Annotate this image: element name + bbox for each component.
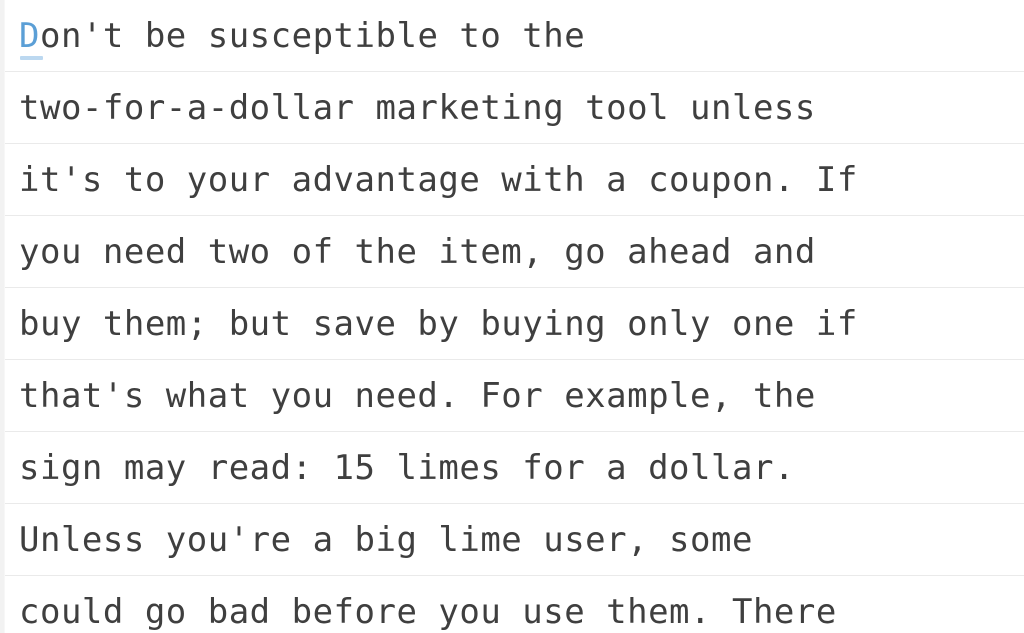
text-reader-pane[interactable]: Don't be susceptible to the two-for-a-do… <box>5 0 1024 633</box>
line-content: buy them; but save by buying only one if <box>19 303 858 344</box>
text-line-row[interactable]: two-for-a-dollar marketing tool unless <box>5 72 1024 144</box>
line-remainder: on't be susceptible to the <box>39 15 586 56</box>
line-content: Don't be susceptible to the <box>19 16 585 56</box>
reading-cursor-underline <box>20 56 43 60</box>
text-line-row[interactable]: Don't be susceptible to the <box>5 0 1024 72</box>
text-line-row[interactable]: that's what you need. For example, the <box>5 360 1024 432</box>
text-line-row[interactable]: could go bad before you use them. There <box>5 576 1024 633</box>
line-content: could go bad before you use them. There <box>19 592 837 632</box>
active-character: D <box>19 15 40 56</box>
line-content: Unless you're a big lime user, some <box>19 519 753 560</box>
line-content: two-for-a-dollar marketing tool unless <box>19 87 816 128</box>
line-content: you need two of the item, go ahead and <box>19 231 816 272</box>
line-content: sign may read: 15 limes for a dollar. <box>19 447 795 488</box>
text-line-row[interactable]: sign may read: 15 limes for a dollar. <box>5 432 1024 504</box>
line-content: it's to your advantage with a coupon. If <box>19 159 858 200</box>
text-line-row[interactable]: Unless you're a big lime user, some <box>5 504 1024 576</box>
text-line-row[interactable]: you need two of the item, go ahead and <box>5 216 1024 288</box>
text-line-row[interactable]: buy them; but save by buying only one if <box>5 288 1024 360</box>
text-line-row[interactable]: it's to your advantage with a coupon. If <box>5 144 1024 216</box>
line-content: that's what you need. For example, the <box>19 375 816 416</box>
